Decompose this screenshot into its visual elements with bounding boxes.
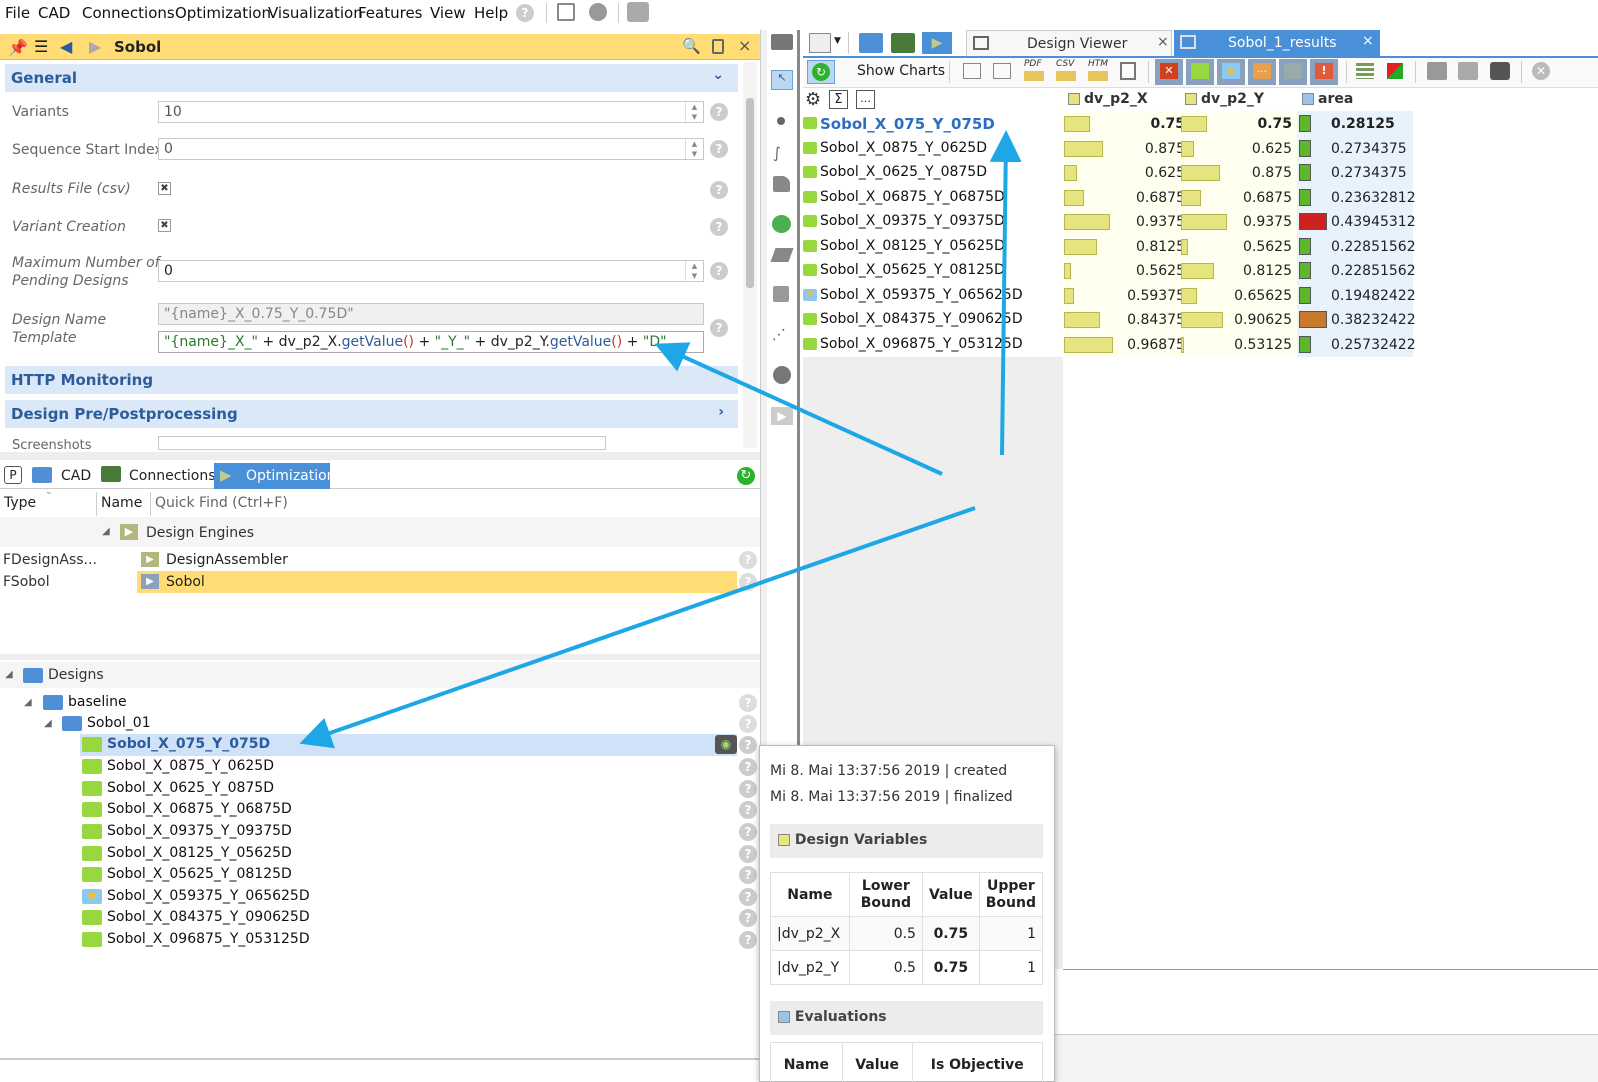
table-header-row: Name Value Is Objective (770, 1042, 1043, 1082)
evaluations-header: Evaluations (770, 1001, 1043, 1035)
table-row: |dv_p2_X 0.5 0.75 1 (770, 916, 1044, 951)
design-variables-header: Design Variables (770, 824, 1043, 858)
th-eval-name: Name (770, 1042, 843, 1082)
th-upper: Upper Bound (978, 872, 1044, 917)
th-upper-line2: Bound (985, 894, 1036, 911)
design-variables-table: Name Lower Bound Value Upper Bound |dv_p2_… (770, 872, 1044, 985)
var-upper: 1 (978, 916, 1044, 951)
th-name: Name (770, 872, 850, 917)
evaluations-title: Evaluations (794, 1009, 887, 1025)
th-value: Value (921, 872, 980, 917)
evaluations-table-clip: Name Value Is Objective (770, 1042, 1043, 1082)
var-name: |dv_p2_X (770, 916, 850, 951)
evaluations-table: Name Value Is Objective (770, 1042, 1043, 1082)
th-upper-line1: Upper (986, 877, 1035, 894)
th-lower-line1: Lower (861, 877, 910, 894)
th-eval-value: Value (841, 1042, 913, 1082)
arrow-to-results (989, 130, 1022, 456)
table-header-row: Name Lower Bound Value Upper Bound (770, 872, 1044, 917)
var-upper: 1 (978, 950, 1044, 985)
created-text: Mi 8. Mai 13:37:56 2019 | created (770, 763, 1008, 779)
variable-icon (778, 834, 790, 846)
var-lower: 0.5 (848, 950, 923, 985)
th-lower-line2: Bound (860, 894, 911, 911)
arrow-to-template (654, 342, 943, 476)
var-lower: 0.5 (848, 916, 923, 951)
finalized-text: Mi 8. Mai 13:37:56 2019 | finalized (770, 789, 1013, 805)
th-lower: Lower Bound (848, 872, 923, 917)
var-value: 0.75 (921, 950, 980, 985)
var-value: 0.75 (921, 916, 980, 951)
table-row: |dv_p2_Y 0.5 0.75 1 (770, 950, 1044, 985)
evaluation-icon (778, 1011, 790, 1023)
arrow-to-tree (299, 506, 976, 749)
th-eval-objective: Is Objective (911, 1042, 1043, 1082)
design-variables-title: Design Variables (794, 832, 928, 848)
design-tooltip: Mi 8. Mai 13:37:56 2019 | created Mi 8. … (759, 745, 1055, 1082)
var-name: |dv_p2_Y (770, 950, 850, 985)
